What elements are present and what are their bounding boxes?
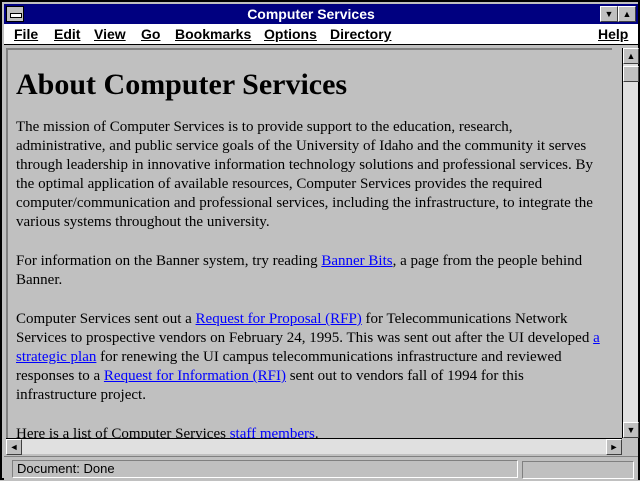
system-menu-button[interactable] [6, 6, 24, 22]
progress-indicator [522, 461, 634, 479]
scroll-down-button[interactable]: ▼ [623, 422, 639, 438]
menu-directory-label: Directory [330, 26, 392, 42]
rfp-paragraph: Computer Services sent out a Request for… [16, 310, 604, 405]
menu-bookmarks-label: Bookmarks [175, 26, 252, 42]
menu-view[interactable]: View [94, 25, 126, 43]
scroll-right-icon: ► [609, 442, 619, 452]
mission-paragraph: The mission of Computer Services is to p… [16, 119, 593, 230]
staff-members-link[interactable]: staff members [230, 426, 315, 438]
menu-directory[interactable]: Directory [330, 25, 391, 43]
menu-edit-label: Edit [54, 26, 81, 42]
browser-window: Computer Services ▼ ▲ File Edit View Go … [0, 0, 640, 481]
maximize-button[interactable]: ▲ [618, 6, 636, 22]
system-menu-icon [10, 13, 22, 18]
minimize-button[interactable]: ▼ [600, 6, 618, 22]
scroll-up-button[interactable]: ▲ [623, 48, 639, 64]
scroll-up-icon: ▲ [626, 51, 636, 61]
banner-bits-link[interactable]: Banner Bits [321, 253, 392, 269]
window-title: Computer Services [247, 6, 375, 22]
menu-edit[interactable]: Edit [54, 25, 80, 43]
banner-text-1: For information on the Banner system, tr… [16, 253, 322, 269]
menu-go-label: Go [141, 26, 161, 42]
scroll-left-button[interactable]: ◄ [6, 439, 22, 455]
scroll-down-icon: ▼ [626, 425, 636, 435]
menu-go[interactable]: Go [141, 25, 160, 43]
menu-options-label: Options [264, 26, 317, 42]
menu-options[interactable]: Options [264, 25, 317, 43]
horizontal-scrollbar[interactable]: ◄ ► [6, 438, 622, 455]
staff-text-1: Here is a list of Computer Services [16, 426, 230, 438]
vertical-scrollbar[interactable]: ▲ ▼ [622, 48, 639, 438]
content-area[interactable]: About Computer Services The mission of C… [6, 48, 612, 438]
status-text: Document: Done [12, 460, 518, 478]
vertical-scroll-thumb[interactable] [623, 66, 639, 82]
rfp-text-1: Computer Services sent out a [16, 311, 196, 327]
scroll-right-button[interactable]: ► [606, 439, 622, 455]
staff-text-2: . [314, 426, 319, 438]
menu-bookmarks[interactable]: Bookmarks [175, 25, 251, 43]
banner-paragraph: For information on the Banner system, tr… [16, 252, 604, 290]
staff-paragraph: Here is a list of Computer Services staf… [16, 425, 604, 438]
menu-help-label: Help [598, 26, 629, 42]
scroll-left-icon: ◄ [9, 442, 19, 452]
title-bar[interactable]: Computer Services ▼ ▲ [4, 4, 638, 24]
menu-bar: File Edit View Go Bookmarks Options Dire… [4, 24, 638, 45]
maximize-icon: ▲ [622, 9, 632, 19]
rfp-link[interactable]: Request for Proposal (RFP) [196, 311, 362, 327]
page-heading: About Computer Services [16, 68, 348, 101]
menu-file[interactable]: File [14, 25, 38, 43]
menu-view-label: View [94, 26, 126, 42]
minimize-icon: ▼ [604, 9, 614, 19]
status-bar: Document: Done [4, 456, 638, 481]
menu-file-label: File [14, 26, 39, 42]
menu-help[interactable]: Help [598, 25, 628, 43]
rfi-link[interactable]: Request for Information (RFI) [104, 368, 286, 384]
